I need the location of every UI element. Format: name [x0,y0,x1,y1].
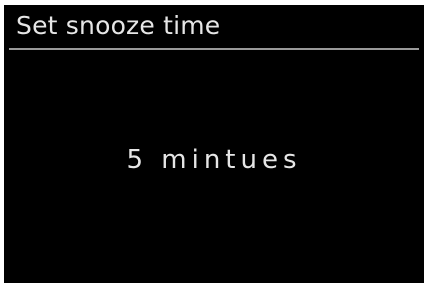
screen-title: Set snooze time [16,11,221,40]
title-divider [9,48,419,50]
title-bar: Set snooze time [4,5,424,47]
snooze-time-value: 5 mintues [126,145,302,175]
device-display: Set snooze time 5 mintues [4,5,424,283]
